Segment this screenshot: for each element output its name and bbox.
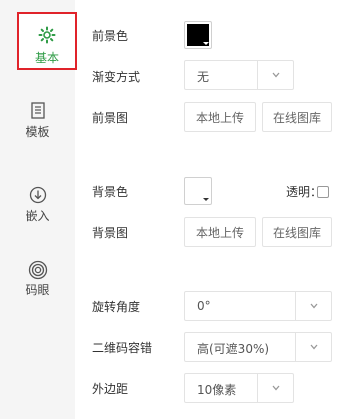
foreground-color-label: 前景色 (92, 29, 129, 43)
background-gallery-button[interactable]: 在线图库 (262, 217, 332, 247)
margin-select-value: 10像素 (197, 383, 237, 397)
sidebar-item-label: 模板 (25, 125, 50, 139)
foreground-upload-button[interactable]: 本地上传 (184, 102, 256, 132)
background-color-label: 背景色 (92, 185, 129, 199)
sidebar: 基本 模板 嵌入 码眼 (0, 0, 87, 419)
foreground-color-picker[interactable] (184, 21, 212, 49)
background-image-label: 背景图 (92, 226, 129, 240)
active-pointer (77, 19, 87, 39)
sidebar-item-basic[interactable]: 基本 (17, 12, 77, 70)
margin-label: 外边距 (92, 382, 129, 396)
sidebar-item-embed[interactable]: 嵌入 (0, 172, 75, 230)
chevron-down-icon (257, 61, 293, 89)
transparent-checkbox[interactable] (317, 186, 329, 198)
foreground-image-label: 前景图 (92, 111, 129, 125)
error-correction-select[interactable]: 高(可遮30%) (184, 332, 332, 362)
chevron-down-icon (295, 292, 331, 320)
caret-down-icon (203, 198, 209, 201)
margin-select[interactable]: 10像素 (184, 373, 294, 403)
rotation-select[interactable]: 0° (184, 291, 332, 321)
sidebar-item-label: 基本 (34, 51, 59, 65)
sidebar-item-label: 码眼 (25, 283, 50, 297)
caret-down-icon (203, 42, 209, 45)
eye-icon (0, 260, 75, 280)
embed-icon (0, 186, 75, 204)
chevron-down-icon (257, 374, 293, 402)
gradient-label: 渐变方式 (92, 70, 141, 84)
chevron-down-icon (295, 333, 331, 361)
sidebar-item-label: 嵌入 (25, 209, 50, 223)
foreground-gallery-button[interactable]: 在线图库 (262, 102, 332, 132)
background-color-picker[interactable] (184, 177, 212, 205)
template-icon (0, 102, 75, 120)
sidebar-item-template[interactable]: 模板 (0, 88, 75, 146)
gradient-select[interactable]: 无 (184, 60, 294, 90)
error-correction-label: 二维码容错 (92, 341, 153, 355)
background-upload-button[interactable]: 本地上传 (184, 217, 256, 247)
rotation-select-value: 0° (197, 299, 211, 313)
rotation-label: 旋转角度 (92, 300, 141, 314)
sidebar-item-eye[interactable]: 码眼 (0, 246, 75, 304)
error-correction-select-value: 高(可遮30%) (197, 342, 270, 356)
gradient-select-value: 无 (197, 70, 210, 84)
gear-icon (17, 26, 77, 44)
